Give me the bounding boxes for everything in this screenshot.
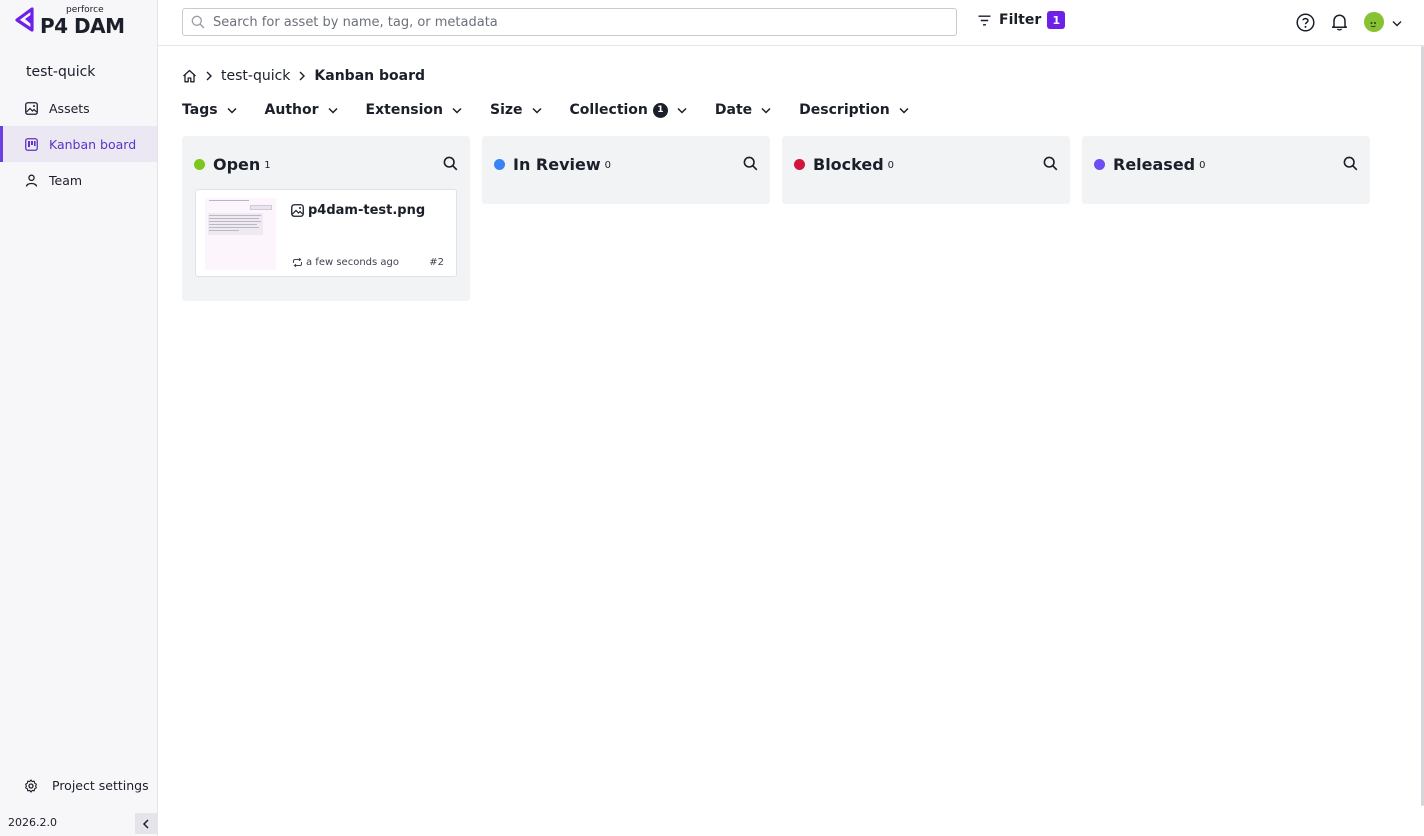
avatar[interactable] <box>1364 12 1384 32</box>
column-header: Open 1 <box>194 154 271 174</box>
kanban-column-blocked: Blocked 0 <box>782 136 1070 204</box>
asset-filename: p4dam-test.png <box>308 203 426 218</box>
column-title: Blocked <box>813 154 884 174</box>
search-icon[interactable] <box>1343 156 1358 171</box>
brand-name: P4 DAM <box>40 14 125 38</box>
column-header: Released 0 <box>1094 154 1206 174</box>
search-input[interactable] <box>213 14 913 30</box>
filter-description[interactable]: Description <box>799 102 909 118</box>
kanban-column-open: Open 1 p4dam-test.png a few seconds ago … <box>182 136 470 301</box>
bell-icon[interactable] <box>1329 12 1349 32</box>
page-title: Kanban board <box>314 68 425 84</box>
filter-label: Tags <box>182 102 218 118</box>
column-title: Open <box>213 154 261 174</box>
kanban-icon <box>24 137 38 151</box>
kanban-column-released: Released 0 <box>1082 136 1370 204</box>
sync-icon <box>292 258 303 267</box>
chevron-down-icon <box>761 107 771 114</box>
project-settings-label: Project settings <box>52 778 149 793</box>
status-dot <box>794 158 805 170</box>
column-count: 0 <box>604 159 612 171</box>
asset-thumbnail <box>205 198 276 270</box>
asset-card[interactable]: p4dam-test.png a few seconds ago #2 <box>195 189 457 277</box>
help-icon[interactable] <box>1295 12 1315 32</box>
chevron-down-icon <box>899 107 909 114</box>
version-label: 2026.2.0 <box>8 816 57 829</box>
chevron-down-icon <box>328 107 338 114</box>
sidebar-item-label: Kanban board <box>49 136 137 152</box>
column-title: In Review <box>513 154 601 174</box>
search-icon <box>191 15 205 29</box>
filter-label: Extension <box>365 102 443 118</box>
sidebar-item-label: Team <box>49 172 83 188</box>
breadcrumb-project[interactable]: test-quick <box>221 68 290 84</box>
chevron-right-icon <box>206 71 212 81</box>
filter-button[interactable]: Filter 1 <box>978 11 1066 29</box>
search-icon[interactable] <box>1043 156 1058 171</box>
collapse-sidebar-button[interactable] <box>135 813 157 834</box>
filter-label: Date <box>714 102 753 118</box>
filter-label: Author <box>264 102 319 118</box>
top-bar: Filter 1 <box>158 0 1424 46</box>
logo[interactable]: perforce P4 DAM <box>14 6 125 36</box>
filter-bar: Tags Author Extension Size Collection 1 … <box>182 100 937 120</box>
column-header: Blocked 0 <box>794 154 894 174</box>
logo-mark-icon <box>15 7 34 32</box>
sidebar-item-assets[interactable]: Assets <box>0 90 157 126</box>
filter-date[interactable]: Date <box>715 102 771 118</box>
column-title: Released <box>1113 154 1196 174</box>
chevron-down-icon <box>452 107 462 114</box>
filter-label: Collection <box>569 102 648 118</box>
sidebar: perforce P4 DAM test-quick Assets Kanban… <box>0 0 158 836</box>
image-icon <box>24 101 38 115</box>
search-icon[interactable] <box>743 156 758 171</box>
home-icon[interactable] <box>182 69 197 83</box>
filter-label: Size <box>490 102 523 118</box>
status-dot <box>194 158 205 170</box>
chevron-down-icon[interactable] <box>1392 15 1402 31</box>
sidebar-item-team[interactable]: Team <box>0 162 157 198</box>
asset-updated-text: a few seconds ago <box>306 257 399 268</box>
filter-count-badge: 1 <box>652 102 668 118</box>
project-settings-link[interactable]: Project settings <box>24 778 149 793</box>
kanban-column-in-review: In Review 0 <box>482 136 770 204</box>
chevron-down-icon <box>532 107 542 114</box>
asset-number: #2 <box>429 257 444 268</box>
search-icon[interactable] <box>443 156 458 171</box>
column-count: 0 <box>887 159 895 171</box>
sidebar-item-kanban-board[interactable]: Kanban board <box>0 126 157 162</box>
filter-author[interactable]: Author <box>265 102 338 118</box>
project-name[interactable]: test-quick <box>26 64 95 80</box>
sidebar-item-label: Assets <box>49 100 90 116</box>
chevron-down-icon <box>677 107 687 114</box>
breadcrumb: test-quick Kanban board <box>182 66 425 86</box>
filter-label: Description <box>799 102 890 118</box>
chevron-down-icon <box>227 107 237 114</box>
filter-collection[interactable]: Collection 1 <box>570 102 687 118</box>
filter-icon <box>978 15 991 26</box>
filter-extension[interactable]: Extension <box>366 102 462 118</box>
asset-updated: a few seconds ago <box>292 257 399 268</box>
image-icon <box>291 204 304 217</box>
column-count: 1 <box>264 159 271 171</box>
column-count: 0 <box>1199 159 1206 171</box>
status-dot <box>1094 158 1105 170</box>
status-dot <box>494 158 505 170</box>
filter-label: Filter <box>999 12 1042 28</box>
filter-count-badge: 1 <box>1047 11 1066 29</box>
chevron-right-icon <box>299 71 306 81</box>
gear-icon <box>24 778 38 793</box>
filter-tags[interactable]: Tags <box>182 102 237 118</box>
chevron-left-icon <box>142 818 149 829</box>
column-header: In Review 0 <box>494 154 611 174</box>
asset-title[interactable]: p4dam-test.png <box>291 203 425 218</box>
filter-size[interactable]: Size <box>490 102 542 118</box>
person-icon <box>24 173 38 187</box>
search-box[interactable] <box>182 8 957 36</box>
